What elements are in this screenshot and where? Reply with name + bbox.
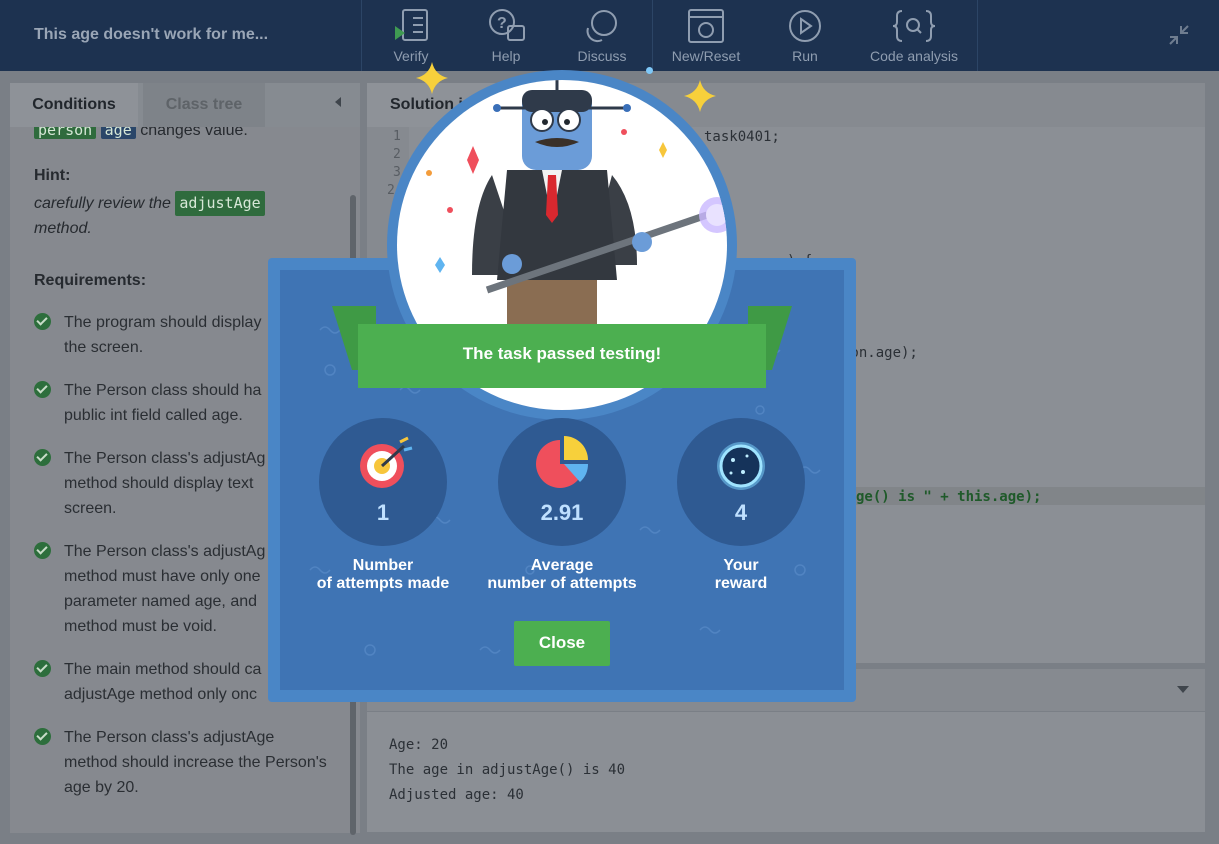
help-chat-icon: ?	[489, 9, 525, 41]
task-title: This age doesn't work for me...	[34, 26, 269, 43]
toolbar-divider	[977, 0, 978, 71]
requirement-text: the screen.	[64, 339, 144, 356]
intro-line: person age changes value.	[34, 127, 248, 140]
play-circle-icon	[789, 10, 821, 42]
requirement-text: The Person class's adjustAge	[64, 729, 275, 746]
requirement-item: The Person class's adjustAge method shoul…	[34, 725, 354, 800]
run-button[interactable]: Run	[760, 8, 850, 64]
check-circle-icon	[34, 542, 51, 559]
top-toolbar: This age doesn't work for me... Verify ?…	[0, 0, 1219, 71]
stat-label-line: of attempts made	[316, 575, 450, 592]
reward-orb-icon	[717, 442, 765, 490]
discuss-button[interactable]: Discuss	[557, 8, 647, 64]
code-line: task0401;	[704, 129, 780, 145]
output-line: The age in adjustAge() is 40	[389, 762, 626, 778]
console-output: Age: 20 The age in adjustAge() is 40 Adj…	[367, 712, 1205, 832]
target-icon	[360, 436, 413, 488]
sparkle-dot	[646, 67, 653, 74]
help-label: Help	[491, 48, 521, 64]
requirement-text: method should increase the Person's	[64, 754, 327, 771]
close-button[interactable]: Close	[514, 621, 610, 666]
requirement-text: age by 20.	[64, 779, 139, 796]
code-chip: adjustAge	[175, 191, 265, 216]
sparkle-icon	[684, 80, 716, 112]
hint-text: carefully review the adjustAge method.	[34, 191, 334, 241]
requirement-text: The Person class should ha	[64, 382, 262, 399]
requirement-text: method must have only one	[64, 568, 261, 585]
reward-label: Your reward	[641, 557, 841, 593]
reward-value: 4	[734, 500, 748, 525]
chevron-down-icon[interactable]	[1177, 686, 1189, 693]
verify-button[interactable]: Verify	[366, 8, 456, 64]
code-chip: person	[34, 127, 97, 139]
requirement-text: The Person class's adjustAg	[64, 450, 266, 467]
requirement-text: screen.	[64, 500, 117, 517]
intro-text: changes value.	[140, 127, 248, 139]
line-number: 2	[393, 147, 401, 162]
requirements-title: Requirements:	[34, 272, 147, 289]
collapse-fullscreen-icon[interactable]	[1168, 24, 1190, 46]
discuss-label: Discuss	[577, 48, 627, 64]
output-line: Age: 20	[389, 737, 449, 753]
code-chip: age	[100, 127, 136, 139]
code-line: ge() is " + this.age);	[856, 489, 1042, 505]
requirement-text: The program should display	[64, 314, 262, 331]
output-line: Adjusted age: 40	[389, 787, 524, 803]
pie-chart-icon	[536, 436, 589, 488]
checklist-play-icon	[395, 9, 428, 41]
stat-label-line: Number	[352, 557, 414, 574]
code-analysis-label: Code analysis	[870, 48, 958, 64]
stat-label-line: Average	[530, 557, 594, 574]
attempts-label: Number of attempts made	[283, 557, 483, 593]
hint-text-before: carefully review the	[34, 195, 171, 212]
average-attempts-label: Average number of attempts	[462, 557, 662, 593]
run-label: Run	[792, 48, 818, 64]
code-analysis-icon	[892, 10, 936, 42]
check-circle-icon	[34, 660, 51, 677]
tab-class-tree[interactable]: Class tree	[143, 83, 265, 127]
toolbar-divider	[361, 0, 362, 71]
requirement-text: The main method should ca	[64, 661, 262, 678]
requirement-text: method must be void.	[64, 618, 217, 635]
check-circle-icon	[34, 313, 51, 330]
line-number: 1	[393, 129, 401, 144]
stat-label-line: number of attempts	[487, 575, 637, 592]
discuss-bubbles-icon	[586, 10, 617, 43]
requirement-text: public int field called age.	[64, 407, 243, 424]
requirement-text: adjustAge method only onc	[64, 686, 258, 703]
stat-label-line: reward	[714, 575, 768, 592]
sparkle-icon	[416, 62, 448, 94]
attempts-value: 1	[376, 500, 390, 525]
svg-text:?: ?	[497, 15, 507, 32]
check-circle-icon	[34, 449, 51, 466]
requirement-text: method should display text	[64, 475, 254, 492]
code-analysis-button[interactable]: Code analysis	[864, 8, 964, 64]
toolbar-divider	[652, 0, 653, 71]
requirement-text: The Person class's adjustAg	[64, 543, 266, 560]
stat-label-line: Your	[723, 557, 759, 574]
new-reset-button[interactable]: New/Reset	[661, 8, 751, 64]
new-reset-label: New/Reset	[671, 48, 741, 64]
requirement-text: parameter named age, and	[64, 593, 258, 610]
collapse-panel-icon[interactable]	[335, 97, 341, 107]
help-button[interactable]: ? Help	[461, 8, 551, 64]
hint-title: Hint:	[34, 167, 71, 184]
success-banner: The task passed testing!	[358, 324, 766, 388]
hint-text-after: method.	[34, 220, 92, 237]
average-attempts-value: 2.91	[540, 500, 584, 525]
check-circle-icon	[34, 728, 51, 745]
tab-conditions[interactable]: Conditions	[10, 83, 138, 127]
check-circle-icon	[34, 381, 51, 398]
reset-icon	[688, 9, 724, 43]
